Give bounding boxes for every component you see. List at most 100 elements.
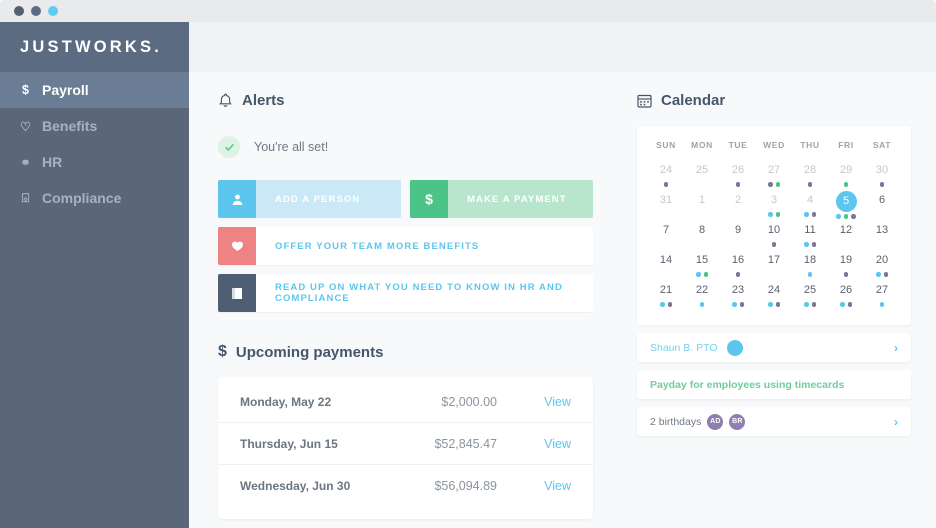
calendar-event-dot xyxy=(732,302,737,307)
calendar-event-dot xyxy=(840,302,845,307)
calendar-day-dots xyxy=(735,182,741,187)
calendar-event-dot xyxy=(804,212,809,217)
add-a-person-button[interactable]: ADD A PERSON xyxy=(218,180,401,218)
sidebar: JUSTWORKS. $ Payroll ♡ Benefits ⚭ HR ⌺ C… xyxy=(0,22,189,528)
sidebar-item-benefits[interactable]: ♡ Benefits xyxy=(0,108,189,144)
calendar-day-number: 31 xyxy=(659,194,673,206)
table-row[interactable]: Monday, May 22 $2,000.00 View xyxy=(218,381,593,423)
calendar-day-dots xyxy=(804,242,816,247)
payment-view-link[interactable]: View xyxy=(519,479,571,493)
calendar-day-cell[interactable]: 9 xyxy=(720,221,756,251)
offer-benefits-alert[interactable]: OFFER YOUR TEAM MORE BENEFITS xyxy=(218,227,593,265)
calendar-day-cell[interactable]: 21 xyxy=(648,281,684,311)
calendar-day-cell[interactable]: 8 xyxy=(684,221,720,251)
sidebar-item-hr[interactable]: ⚭ HR xyxy=(0,144,189,180)
calendar-event-dot xyxy=(667,302,672,307)
calendar-day-number: 12 xyxy=(839,224,853,236)
calendar-day-dots xyxy=(804,302,816,307)
calendar-event-dot xyxy=(771,242,777,247)
calendar-day-cell[interactable]: 20 xyxy=(864,251,900,281)
calendar-day-cell[interactable]: 30 xyxy=(864,161,900,191)
calendar-day-cell[interactable]: 24 xyxy=(756,281,792,311)
calendar-day-number: 25 xyxy=(803,284,817,296)
calendar-day-cell[interactable]: 26 xyxy=(720,161,756,191)
payments-title: Upcoming payments xyxy=(235,343,384,361)
calendar-event-item[interactable]: Payday for employees using timecards xyxy=(637,370,911,399)
calendar-day-cell[interactable]: 28 xyxy=(792,161,828,191)
make-a-payment-button[interactable]: $ MAKE A PAYMENT xyxy=(410,180,593,218)
read-up-hr-compliance-alert[interactable]: READ UP ON WHAT YOU NEED TO KNOW IN HR A… xyxy=(218,274,593,312)
calendar-day-dots xyxy=(804,212,816,217)
calendar-day-cell[interactable]: 1 xyxy=(684,191,720,221)
calendar-event-item[interactable]: Shaun B. PTO › xyxy=(637,333,911,362)
heart-icon: ♡ xyxy=(19,119,32,134)
payment-view-link[interactable]: View xyxy=(519,395,571,409)
calendar-day-cell[interactable]: 4 xyxy=(792,191,828,221)
payment-view-link[interactable]: View xyxy=(519,437,571,451)
calendar-day-cell[interactable]: 15 xyxy=(684,251,720,281)
calendar-event-dot xyxy=(660,302,665,307)
calendar-day-cell[interactable]: 11 xyxy=(792,221,828,251)
calendar-day-cell[interactable]: 19 xyxy=(828,251,864,281)
calendar-day-cell[interactable]: 14 xyxy=(648,251,684,281)
calendar-day-number: 10 xyxy=(767,224,781,236)
calendar-day-cell[interactable]: 6 xyxy=(864,191,900,221)
calendar-day-cell[interactable]: 17 xyxy=(756,251,792,281)
calendar-day-cell[interactable]: 12 xyxy=(828,221,864,251)
calendar-event-dot xyxy=(851,214,856,219)
calendar-event-dot xyxy=(807,272,813,277)
table-row[interactable]: Thursday, Jun 15 $52,845.47 View xyxy=(218,423,593,465)
calendar-day-number: 14 xyxy=(659,254,673,266)
calendar-day-cell[interactable]: 24 xyxy=(648,161,684,191)
calendar-day-cell[interactable]: 2 xyxy=(720,191,756,221)
window-maximize-dot[interactable] xyxy=(48,6,58,16)
alerts-status: You're all set! xyxy=(218,136,593,158)
calendar-day-cell[interactable]: 25 xyxy=(684,161,720,191)
window-close-dot[interactable] xyxy=(14,6,24,16)
calendar-dow-label: SUN xyxy=(656,140,676,150)
sidebar-item-label: Compliance xyxy=(42,190,122,206)
sidebar-item-compliance[interactable]: ⌺ Compliance xyxy=(0,180,189,216)
calendar-day-cell[interactable]: 16 xyxy=(720,251,756,281)
calendar-day-dots xyxy=(732,302,744,307)
calendar-events: Shaun B. PTO › Payday for employees using … xyxy=(637,333,911,436)
calendar-day-number: 24 xyxy=(767,284,781,296)
chevron-right-icon[interactable]: › xyxy=(894,341,898,355)
calendar-day-cell[interactable]: 7 xyxy=(648,221,684,251)
chevron-right-icon[interactable]: › xyxy=(894,415,898,429)
calendar-day-cell[interactable]: 26 xyxy=(828,281,864,311)
window-minimize-dot[interactable] xyxy=(31,6,41,16)
calendar-day-cell[interactable]: 18 xyxy=(792,251,828,281)
calendar-day-cell[interactable]: 3 xyxy=(756,191,792,221)
brand-logo[interactable]: JUSTWORKS. xyxy=(0,22,189,72)
calendar-day-number: 9 xyxy=(734,224,742,236)
calendar-event-item[interactable]: 2 birthdays AD BR › xyxy=(637,407,911,436)
calendar-day-cell[interactable]: 25 xyxy=(792,281,828,311)
calendar-day-cell[interactable]: 13 xyxy=(864,221,900,251)
calendar-icon xyxy=(637,93,652,108)
calendar-day-cell[interactable]: 22 xyxy=(684,281,720,311)
calendar-day-dots xyxy=(843,182,849,187)
alerts-primary-actions: ADD A PERSON $ MAKE A PAYMENT xyxy=(218,180,593,218)
table-row[interactable]: Wednesday, Jun 30 $56,094.89 View xyxy=(218,465,593,507)
calendar-day-number: 11 xyxy=(804,224,816,236)
calendar-day-cell[interactable]: 27 xyxy=(864,281,900,311)
calendar-day-dots xyxy=(879,302,885,307)
calendar-event-dot xyxy=(739,302,744,307)
calendar-day-number: 3 xyxy=(770,194,778,206)
sidebar-item-payroll[interactable]: $ Payroll xyxy=(0,72,189,108)
calendar-day-cell[interactable]: 5 xyxy=(828,191,864,221)
calendar-day-dots xyxy=(771,242,777,247)
calendar-day-cell[interactable]: 27 xyxy=(756,161,792,191)
sidebar-item-label: HR xyxy=(42,154,63,170)
calendar-day-number: 1 xyxy=(698,194,706,206)
calendar-day-cell[interactable]: 29 xyxy=(828,161,864,191)
calendar-card: SUN MON TUE WED THU FRI SAT 24 25 26 27 28 29 30 31 1 2… xyxy=(637,126,911,325)
calendar-day-dots xyxy=(840,302,852,307)
calendar-day-dots xyxy=(807,272,813,277)
calendar-day-cell[interactable]: 23 xyxy=(720,281,756,311)
calendar-day-number: 22 xyxy=(695,284,709,296)
calendar-day-cell[interactable]: 10 xyxy=(756,221,792,251)
calendar-day-cell[interactable]: 31 xyxy=(648,191,684,221)
dollar-icon: $ xyxy=(22,83,29,97)
